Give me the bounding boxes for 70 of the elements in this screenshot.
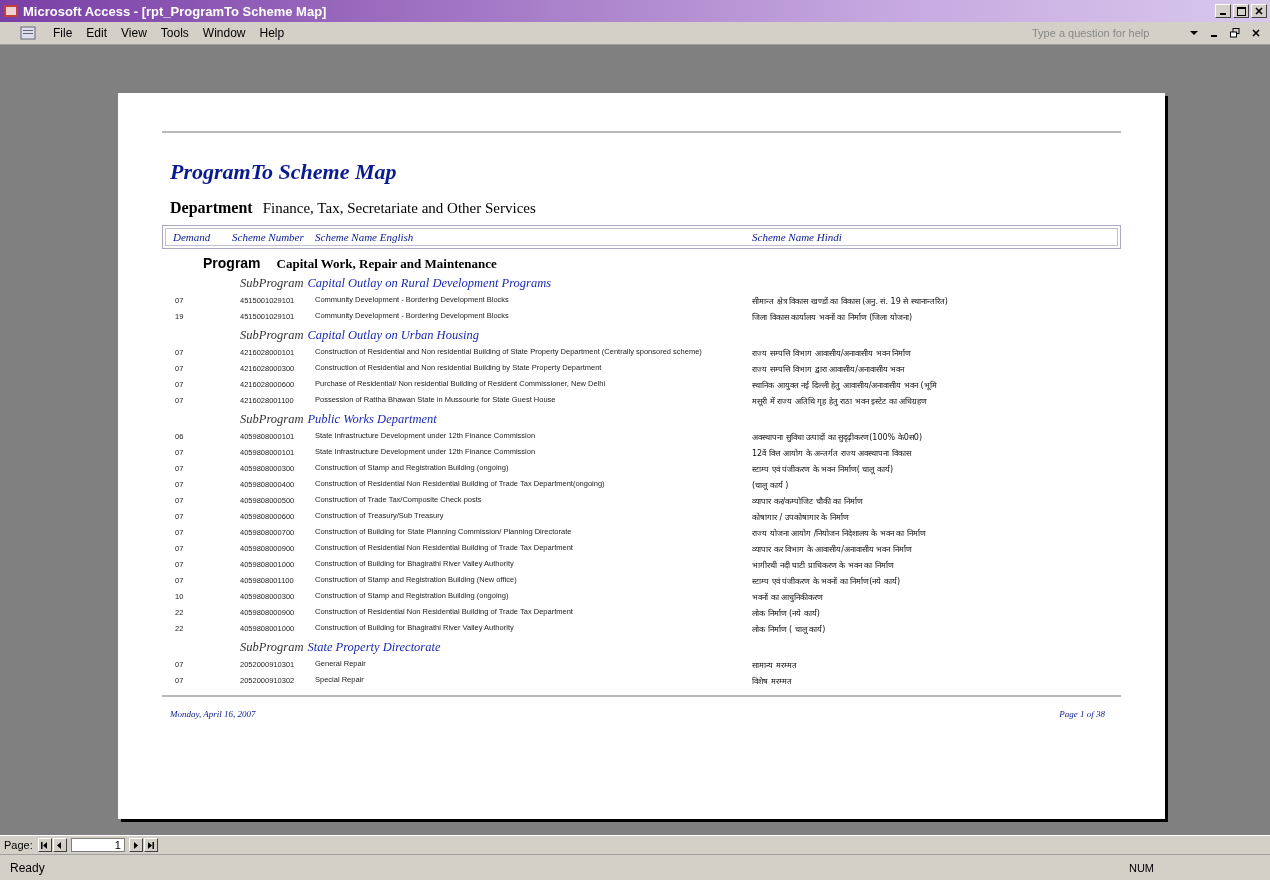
hindi-name-cell-text: सीमान्त क्षेत्र विकास खण्डों का विकास (अनु. सं. 19 से स्थानान्तरित)	[752, 295, 949, 306]
hindi-name-cell-text: स्थानिक आयुक्त नई दिल्ली हेतु आवासीय/अनावासीय भवन (भूमि	[752, 379, 938, 390]
report-date: Monday, April 16, 2007	[170, 709, 256, 719]
num-lock-indicator: NUM	[1128, 861, 1154, 874]
hindi-name-cell-text: राज्य सम्पत्ति विभाग द्वारा आवासीय/अनावासीय भवन	[752, 363, 906, 374]
program-label: Program	[203, 255, 261, 271]
menu-item[interactable]: Tools	[155, 25, 194, 41]
report-icon	[20, 26, 36, 40]
hindi-name-cell-text: (चालू कार्य )	[752, 480, 790, 490]
menu-item[interactable]: File	[48, 25, 78, 41]
maximize-icon	[1236, 6, 1246, 16]
menu-item[interactable]: Help	[254, 25, 290, 41]
subprogram-label: SubProgram	[240, 640, 304, 655]
subprogram-name: Capital Outlay on Urban Housing	[307, 328, 479, 343]
minimize-button[interactable]	[1215, 4, 1231, 18]
hindi-name-cell-text: व्यापार कर विभाग के आवासीय/अनावासीय भवन निर्माण	[752, 543, 913, 554]
hindi-name-cell-text: लोक निर्माण ( चालू कार्य)	[752, 624, 827, 634]
page-number-field[interactable]: 1	[70, 838, 125, 852]
hindi-name-cell-text: सामान्य मरम्मत	[752, 660, 798, 670]
next-icon	[133, 841, 139, 849]
menu-item[interactable]: Window	[197, 25, 251, 41]
department-name: Finance, Tax, Secretariate and Other Services	[262, 200, 536, 217]
previous-icon	[57, 841, 63, 849]
hindi-name-cell-text: भवनों का आधुनिकीकरण	[752, 591, 825, 602]
program-name: Capital Work, Repair and Maintenance	[276, 256, 497, 272]
column-header: Scheme Number	[232, 231, 304, 243]
column-header: Scheme Name English	[315, 231, 414, 243]
window-title: Microsoft Access - [rpt_ProgramTo Scheme Map]	[23, 3, 327, 19]
subprogram-label: SubProgram	[240, 276, 304, 291]
close-button[interactable]	[1251, 4, 1267, 18]
app-icon	[3, 3, 19, 19]
column-header: Scheme Name Hindi	[752, 231, 842, 243]
page-count: Page 1 of 38	[1059, 709, 1105, 719]
subprogram-label: SubProgram	[240, 412, 304, 427]
status-text: Ready	[10, 860, 45, 875]
hindi-name-cell-text: कोषागार / उपकोषागार के निर्माण	[752, 512, 850, 522]
close-icon	[1255, 7, 1263, 15]
maximize-button[interactable]	[1233, 4, 1249, 18]
department-label: Department	[170, 199, 253, 217]
subprogram-label: SubProgram	[240, 328, 304, 343]
hindi-name-cell-text: व्यापार कर/कम्पोजिट चौकी का निर्माण	[752, 495, 864, 506]
hindi-name-cell-text: विशेष मरम्मत	[752, 676, 793, 686]
last-page-button[interactable]	[143, 838, 158, 852]
first-icon	[41, 841, 49, 849]
subprogram-name: Capital Outlay on Rural Development Programs	[307, 276, 552, 291]
report-title: ProgramTo Scheme Map	[170, 159, 398, 185]
hindi-name-cell-text: भागीरथी नदी घाटी प्राधिकरण के भवन का निर्माण	[752, 559, 895, 570]
next-page-button[interactable]	[128, 838, 143, 852]
last-icon	[147, 841, 155, 849]
column-header: Demand	[173, 231, 211, 243]
menu-item[interactable]: Edit	[81, 25, 113, 41]
page-label: Page:	[4, 839, 33, 851]
hindi-name-cell-text: 12वें वित्त आयोग के अन्तर्गत राज्य अवस्थापना विकास	[752, 448, 913, 458]
hindi-name-cell-text: मसूरी में राज्य अतिथि गृह हेतु राठा भवन इस्टेट का अधिग्रहण	[752, 395, 929, 406]
hindi-name-cell-text: जिला विकास कार्यालय भवनों का निर्माण (जिला योजना)	[752, 311, 914, 322]
dropdown-icon[interactable]	[1190, 30, 1198, 36]
hindi-name-cell-text: अवस्थापना सुविधा उत्पादों का सुदृढ़ीकरण(100% के0स0)	[752, 431, 923, 442]
restore-icon[interactable]	[1230, 28, 1240, 38]
hindi-name-cell-text: स्टाम्प एवं पंजीकरण के भवन निर्माण( चालू कार्य)	[752, 463, 895, 474]
first-page-button[interactable]	[37, 838, 52, 852]
menu-item[interactable]: View	[116, 25, 152, 41]
hindi-name-cell-text: स्टाम्प एवं पंजीकरण के भवनों का निर्माण(नये कार्य)	[752, 575, 902, 586]
close-icon[interactable]	[1252, 29, 1260, 37]
subprogram-name: State Property Directorate	[307, 640, 441, 655]
hindi-name-cell-text: लोक निर्माण (नये कार्य)	[752, 608, 821, 618]
help-field[interactable]: Type a question for help	[1032, 27, 1182, 39]
hindi-name-cell-text: राज्य सम्पत्ति विभाग आवासीय/अनावासीय भवन निर्माण	[752, 347, 913, 358]
hindi-name-cell-text: राज्य योजना आयोग /नियोजन निदेशालय के भवन का निर्माण	[752, 528, 928, 538]
subprogram-name: Public Works Department	[307, 412, 437, 427]
previous-page-button[interactable]	[52, 838, 67, 852]
